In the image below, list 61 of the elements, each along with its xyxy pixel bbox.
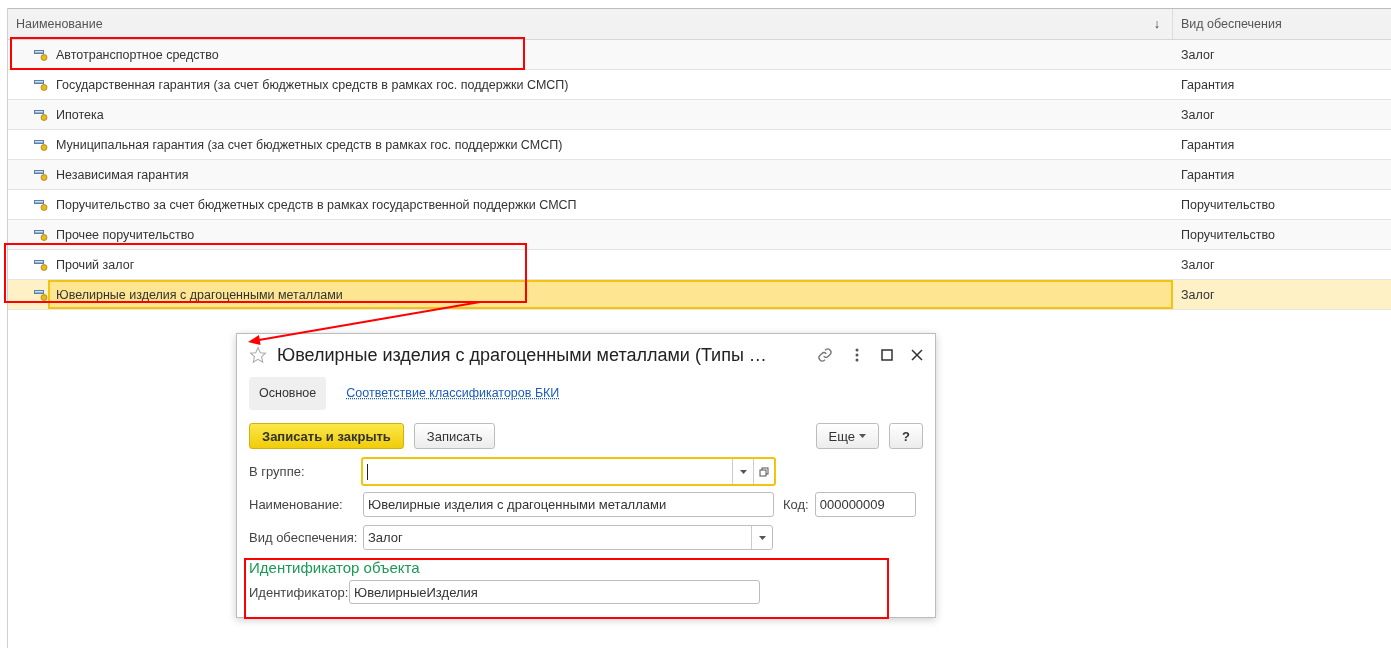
name-cell-text: Ипотека xyxy=(55,106,105,124)
name-cell: Ювелирные изделия с драгоценными металлами xyxy=(48,280,1173,309)
more-button[interactable]: Еще xyxy=(815,423,880,449)
tab[interactable]: Соответствие классификаторов БКИ xyxy=(336,376,570,410)
catalog-item-icon xyxy=(34,48,48,61)
sort-indicator: ↓ xyxy=(1153,17,1160,31)
field-label: Наименование: xyxy=(249,497,344,512)
name-cell-text: Муниципальная гарантия (за счет бюджетных средств в рамках гос. поддержки СМСП) xyxy=(55,136,564,154)
save-button[interactable]: Записать xyxy=(413,423,496,449)
security-kind-cell-text: Поручительство xyxy=(1180,226,1276,244)
column-header[interactable]: Вид обеспечения xyxy=(1181,17,1383,31)
maximize-icon[interactable] xyxy=(881,349,893,361)
security-kind-field[interactable]: Залог xyxy=(363,525,773,550)
security-kind-cell-text: Гарантия xyxy=(1180,166,1236,184)
help-button[interactable]: ? xyxy=(889,423,923,449)
open-icon[interactable] xyxy=(759,466,769,477)
group-field[interactable] xyxy=(361,457,776,486)
name-cell-text: Автотранспортное средство xyxy=(55,46,220,64)
save-and-close-button[interactable]: Записать и закрыть xyxy=(249,423,404,449)
dropdown-icon xyxy=(758,535,766,540)
star-icon[interactable] xyxy=(249,346,267,364)
name-cell-text: Поручительство за счет бюджетных средств в рамках государственной поддержки СМСП xyxy=(55,196,578,214)
column-header[interactable]: Наименование xyxy=(16,17,1154,31)
security-kind-cell-text: Залог xyxy=(1180,286,1216,304)
name-field[interactable]: Ювелирные изделия с драгоценными металлами xyxy=(363,492,774,517)
security-kind-cell-text: Гарантия xyxy=(1180,136,1236,154)
security-kind-cell-text: Залог xyxy=(1180,46,1216,64)
table-row[interactable]: Ипотека Залог xyxy=(8,100,1391,130)
code-field[interactable]: 000000009 xyxy=(814,492,916,517)
security-kind-cell-text: Гарантия xyxy=(1180,76,1236,94)
catalog-item-icon xyxy=(34,228,48,241)
section-title: Идентификатор объекта xyxy=(249,559,421,576)
catalog-item-icon xyxy=(34,168,48,181)
catalog-item-icon xyxy=(34,198,48,211)
dropdown-icon xyxy=(739,469,747,474)
field-label: Код: xyxy=(783,497,809,512)
name-cell-text: Независимая гарантия xyxy=(55,166,190,184)
table-row[interactable]: Автотранспортное средство Залог xyxy=(8,40,1391,70)
catalog-item-icon xyxy=(34,258,48,271)
catalog-item-icon xyxy=(34,138,48,151)
security-kind-cell-text: Поручительство xyxy=(1180,196,1276,214)
catalog-item-icon xyxy=(34,288,48,301)
table-row[interactable]: Прочее поручительство Поручительство xyxy=(8,220,1391,250)
identifier-field[interactable]: ЮвелирныеИзделия xyxy=(349,580,760,604)
catalog-item-icon xyxy=(34,78,48,91)
table-row[interactable]: Независимая гарантия Гарантия xyxy=(8,160,1391,190)
security-kind-cell-text: Залог xyxy=(1180,256,1216,274)
dropdown-icon xyxy=(859,434,867,438)
tab[interactable]: Основное xyxy=(249,376,327,410)
field-label: В группе: xyxy=(249,464,306,479)
name-cell-text: Прочий залог xyxy=(55,256,136,274)
name-cell-text: Прочее поручительство xyxy=(55,226,196,244)
table-row[interactable]: Ювелирные изделия с драгоценными металлами Залог xyxy=(8,280,1391,310)
catalog-item-icon xyxy=(34,108,48,121)
window-title: Ювелирные изделия с драгоценными металлами (Типы … xyxy=(277,344,768,366)
security-kind-cell-text: Залог xyxy=(1180,106,1216,124)
field-label: Идентификатор: xyxy=(249,584,349,600)
field-label: Вид обеспечения: xyxy=(249,530,359,545)
name-cell-text: Государственная гарантия (за счет бюджетных средств в рамках гос. поддержки СМСП) xyxy=(55,76,570,94)
link-icon[interactable] xyxy=(817,347,833,363)
close-icon[interactable] xyxy=(911,349,923,361)
